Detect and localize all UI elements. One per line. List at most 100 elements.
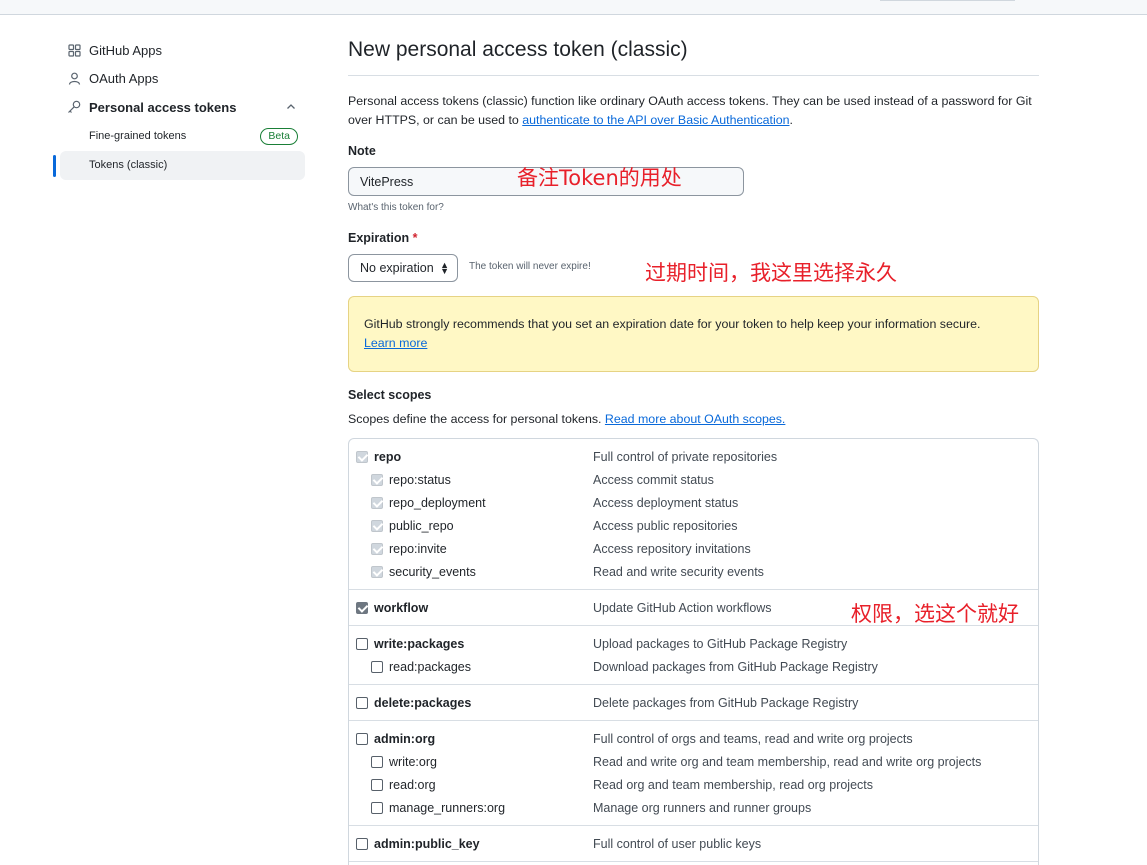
page-description: Personal access tokens (classic) functio… xyxy=(348,92,1039,130)
scope-description: Manage org runners and runner groups xyxy=(593,800,812,815)
scope-row: repo Full control of private repositories xyxy=(349,445,1038,468)
sidebar-item-oauth-apps[interactable]: OAuth Apps xyxy=(53,65,305,94)
annotation-expiration: 过期时间，我这里选择永久 xyxy=(645,261,897,285)
key-icon xyxy=(67,100,81,114)
scope-name: write:packages xyxy=(374,636,465,651)
scope-description: Access repository invitations xyxy=(593,541,751,556)
expiration-select[interactable]: No expiration ▲ ▼ xyxy=(348,254,458,282)
scope-row: read:org Read org and team membership, re… xyxy=(349,773,1038,796)
scope-checkbox[interactable] xyxy=(356,838,368,850)
scope-checkbox[interactable] xyxy=(371,779,383,791)
scope-checkbox xyxy=(371,566,383,578)
warning-text: GitHub strongly recommends that you set … xyxy=(364,317,981,331)
scope-description: Access commit status xyxy=(593,472,714,487)
sidebar-subitem-label: Fine-grained tokens xyxy=(89,130,187,142)
scope-name: write:org xyxy=(389,754,437,769)
scope-description: Full control of orgs and teams, read and… xyxy=(593,731,913,746)
scope-description: Delete packages from GitHub Package Regi… xyxy=(593,695,859,710)
sidebar-item-github-apps[interactable]: GitHub Apps xyxy=(53,36,305,65)
sidebar-item-label: OAuth Apps xyxy=(89,71,159,87)
scope-checkbox[interactable] xyxy=(356,638,368,650)
scope-row: security_events Read and write security e… xyxy=(349,560,1038,583)
scope-checkbox[interactable] xyxy=(371,756,383,768)
active-indicator xyxy=(53,154,56,177)
scope-name: read:packages xyxy=(389,659,472,674)
main-content: New personal access token (classic) Pers… xyxy=(348,38,1039,865)
scope-row: write:org Read and write org and team mem… xyxy=(349,750,1038,773)
scope-group: admin:public_key Full control of user pub… xyxy=(349,826,1038,862)
apps-grid-icon xyxy=(67,43,81,57)
expiration-warning-banner: GitHub strongly recommends that you set … xyxy=(348,296,1039,372)
settings-sidebar: GitHub Apps OAuth Apps Personal access t… xyxy=(53,36,305,180)
scope-row: repo:status Access commit status xyxy=(349,468,1038,491)
scope-name: read:org xyxy=(389,777,436,792)
note-label: Note xyxy=(348,144,376,158)
scope-group: write:packages Upload packages to GitHub … xyxy=(349,626,1038,685)
scope-row: write:packages Upload packages to GitHub … xyxy=(349,632,1038,655)
scope-checkbox xyxy=(371,520,383,532)
required-asterisk: * xyxy=(412,231,418,245)
sidebar-subitem-label: Tokens (classic) xyxy=(89,159,168,171)
scope-name: manage_runners:org xyxy=(389,800,506,815)
scope-description: Read and write security events xyxy=(593,564,764,579)
scope-name: security_events xyxy=(389,564,476,579)
scope-description: Upload packages to GitHub Package Regist… xyxy=(593,636,848,651)
scope-name: repo xyxy=(374,449,402,464)
description-end: . xyxy=(789,113,793,127)
expiration-label-text: Expiration xyxy=(348,231,410,245)
chevron-up-icon[interactable] xyxy=(285,101,297,113)
scope-checkbox xyxy=(356,451,368,463)
scopes-description: Scopes define the access for personal to… xyxy=(348,412,785,426)
scope-checkbox[interactable] xyxy=(356,733,368,745)
sidebar-item-label: Personal access tokens xyxy=(89,99,237,115)
scope-name: delete:packages xyxy=(374,695,472,710)
scope-row: repo:invite Access repository invitations xyxy=(349,537,1038,560)
scope-description: Access deployment status xyxy=(593,495,739,510)
scope-checkbox xyxy=(371,497,383,509)
scope-checkbox[interactable] xyxy=(371,661,383,673)
expiration-select-value: No expiration xyxy=(360,261,434,275)
scope-row: public_repo Access public repositories xyxy=(349,514,1038,537)
scope-checkbox[interactable] xyxy=(356,602,368,614)
scope-description: Full control of private repositories xyxy=(593,449,778,464)
top-header-bar xyxy=(0,0,1147,15)
sidebar-subitem-tokens-classic[interactable]: Tokens (classic) xyxy=(53,150,305,180)
scope-group: admin:org Full control of orgs and teams,… xyxy=(349,721,1038,826)
scopes-description-text: Scopes define the access for personal to… xyxy=(348,412,605,426)
scope-description: Read org and team membership, read org p… xyxy=(593,777,874,792)
page-title: New personal access token (classic) xyxy=(348,38,1039,76)
annotation-scopes: 权限，选这个就好 xyxy=(851,602,1019,626)
scopes-list: repo Full control of private repositories… xyxy=(348,438,1039,865)
scope-name: repo:invite xyxy=(389,541,447,556)
sidebar-item-label: GitHub Apps xyxy=(89,42,162,58)
scope-description: Access public repositories xyxy=(593,518,738,533)
expiration-hint: The token will never expire! xyxy=(469,261,591,272)
beta-badge: Beta xyxy=(260,127,298,145)
scope-group: repo Full control of private repositories… xyxy=(349,439,1038,590)
expiration-label: Expiration * xyxy=(348,231,417,245)
header-search-edge xyxy=(880,0,1015,1)
learn-more-link[interactable]: Learn more xyxy=(364,336,427,350)
oauth-scopes-link[interactable]: Read more about OAuth scopes. xyxy=(605,412,785,426)
sidebar-subitem-fine-grained-tokens[interactable]: Fine-grained tokens Beta xyxy=(53,122,305,151)
scope-checkbox[interactable] xyxy=(356,697,368,709)
scope-row: read:packages Download packages from GitH… xyxy=(349,655,1038,678)
scope-description: Read and write org and team membership, … xyxy=(593,754,982,769)
scope-description: Full control of user public keys xyxy=(593,836,762,851)
scope-name: workflow xyxy=(374,600,429,615)
basic-auth-link[interactable]: authenticate to the API over Basic Authe… xyxy=(522,113,789,127)
scope-row: delete:packages Delete packages from GitH… xyxy=(349,691,1038,714)
scope-checkbox xyxy=(371,474,383,486)
scope-group: delete:packages Delete packages from GitH… xyxy=(349,685,1038,721)
scope-name: admin:public_key xyxy=(374,836,480,851)
scope-row: admin:public_key Full control of user pub… xyxy=(349,832,1038,855)
select-scopes-label: Select scopes xyxy=(348,388,432,402)
note-hint: What's this token for? xyxy=(348,202,444,213)
scope-checkbox[interactable] xyxy=(371,802,383,814)
scope-description: Download packages from GitHub Package Re… xyxy=(593,659,878,674)
scope-row: repo_deployment Access deployment status xyxy=(349,491,1038,514)
annotation-note: 备注Token的用处 xyxy=(517,166,682,190)
sidebar-item-personal-access-tokens[interactable]: Personal access tokens xyxy=(53,93,305,122)
person-icon xyxy=(67,72,81,86)
scope-checkbox xyxy=(371,543,383,555)
